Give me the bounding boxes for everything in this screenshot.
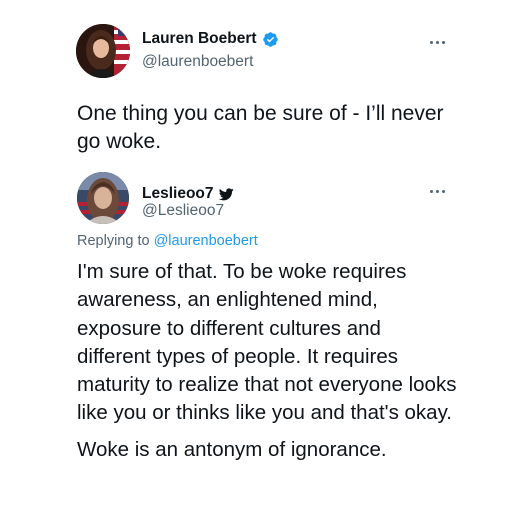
twitter-bird-icon — [218, 187, 234, 200]
more-options-icon[interactable] — [430, 38, 450, 46]
tweet-text: One thing you can be sure of - I’ll neve… — [77, 102, 444, 153]
reply-paragraph: Woke is an antonym of ignorance. — [77, 437, 387, 461]
author-handle[interactable]: @Leslieoo7 — [142, 202, 224, 220]
avatar-image — [76, 24, 130, 78]
author-name-row[interactable]: Lauren Boebert — [142, 30, 279, 48]
display-name[interactable]: Leslieoo7 — [142, 185, 214, 203]
avatar[interactable] — [77, 172, 129, 224]
author-handle[interactable]: @laurenboebert — [142, 53, 253, 71]
replying-to: Replying to @laurenboebert — [77, 233, 258, 249]
avatar-image — [77, 172, 129, 224]
display-name[interactable]: Lauren Boebert — [142, 30, 257, 48]
replying-prefix: Replying to — [77, 233, 154, 249]
tweet-text: I'm sure of that. To be woke requires aw… — [77, 258, 457, 464]
author-name-row[interactable]: Leslieoo7 — [142, 185, 234, 203]
reply-paragraph: I'm sure of that. To be woke requires aw… — [77, 260, 457, 425]
tweet-screenshot: Lauren Boebert @laurenboebert One thing … — [0, 0, 526, 526]
avatar[interactable] — [76, 24, 130, 78]
verified-badge-icon — [262, 31, 278, 47]
more-options-icon[interactable] — [430, 187, 450, 195]
replying-handle-link[interactable]: @laurenboebert — [154, 233, 258, 249]
